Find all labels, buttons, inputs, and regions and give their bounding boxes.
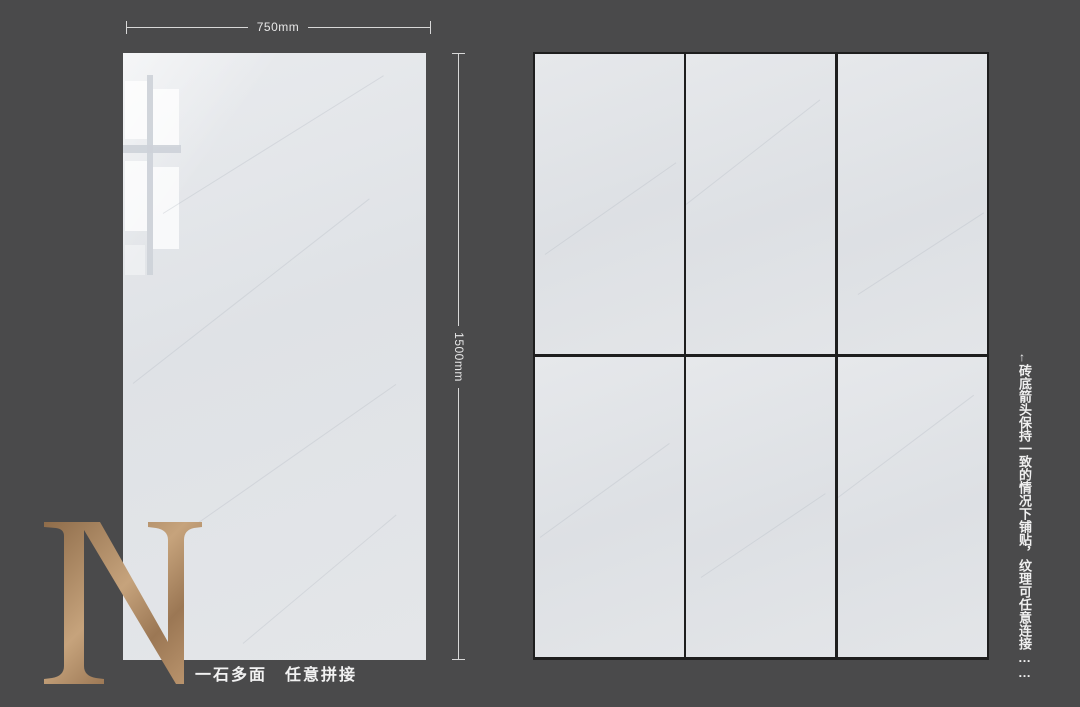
side-note-text: 砖底箭头保持一致的情况下铺贴，纹理可任意连接……	[1017, 364, 1032, 680]
grid-tile	[535, 54, 684, 354]
grid-tile	[535, 357, 684, 657]
width-dimension-tick-right	[430, 21, 431, 34]
up-arrow-icon: ↑	[1019, 350, 1025, 364]
grid-tile	[686, 357, 835, 657]
n-logo-icon	[44, 522, 202, 684]
grid-tile	[686, 54, 835, 354]
tile-layout-grid	[533, 52, 989, 660]
side-note: ↑ 砖底箭头保持一致的情况下铺贴，纹理可任意连接……	[1012, 350, 1032, 690]
grid-tile	[838, 54, 987, 354]
slogan-text: 一石多面 任意拼接	[195, 667, 358, 684]
width-dimension-label: 750mm	[248, 18, 308, 36]
height-dimension-label: 1500mm	[451, 326, 467, 388]
grid-tile	[838, 357, 987, 657]
height-dimension-tick-bottom	[452, 659, 465, 660]
window-reflection	[123, 75, 185, 285]
